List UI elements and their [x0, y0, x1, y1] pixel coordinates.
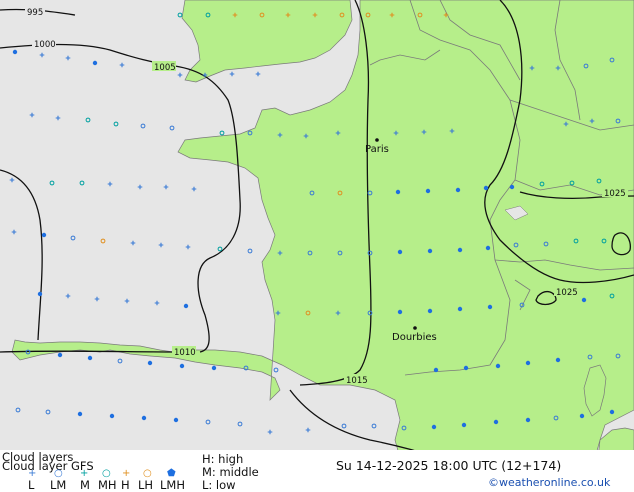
isobar-label: 1010 [174, 348, 196, 358]
cloud-symbol [433, 367, 439, 373]
cloud-symbol [525, 417, 531, 423]
cloud-symbol [455, 187, 461, 193]
cloud-symbol [109, 413, 115, 419]
cloud-symbol [397, 249, 403, 255]
cloud-symbol [461, 422, 467, 428]
cloud-symbol [397, 309, 403, 315]
cloud-symbol [493, 419, 499, 425]
isobar-label: 1025 [604, 189, 626, 199]
legend-bar: Cloud layers Cloud layer GFS + ○ + ○ + ○… [0, 450, 634, 492]
isobar-label: 1015 [346, 376, 368, 386]
cloud-symbol [147, 360, 153, 366]
weather-map: 995 1000 1005 1010 1015 1025 1025 Paris … [0, 0, 634, 458]
cloud-symbol [395, 189, 401, 195]
city-name-paris: Paris [365, 144, 389, 155]
cloud-symbol [12, 49, 18, 55]
cloud-symbol [427, 308, 433, 314]
cloud-symbol [211, 365, 217, 371]
legend-high: H: high [202, 452, 244, 466]
cloud-symbol [431, 424, 437, 430]
legend-middle: M: middle [202, 465, 259, 479]
cloud-symbol [609, 409, 615, 415]
cloud-symbol [457, 306, 463, 312]
cloud-symbol [457, 247, 463, 253]
cloud-symbol [483, 185, 489, 191]
cloud-symbol [87, 355, 93, 361]
cloud-symbol [555, 357, 561, 363]
cloud-symbol [485, 245, 491, 251]
cloud-symbol [425, 188, 431, 194]
cloud-symbol [495, 363, 501, 369]
cloud-symbol [487, 304, 493, 310]
isobar-label: 995 [27, 8, 43, 18]
isobar-label: 1005 [154, 63, 176, 73]
cloud-symbol [581, 297, 587, 303]
isobar-label: 1025 [556, 288, 578, 298]
cloud-symbol [57, 352, 63, 358]
cloud-symbol [41, 232, 47, 238]
cloud-symbol [427, 248, 433, 254]
cloud-symbol [179, 363, 185, 369]
credit-link[interactable]: ©weatheronline.co.uk [488, 476, 610, 489]
cloud-symbol [141, 415, 147, 421]
isobar-label: 1000 [34, 40, 56, 50]
cloud-symbol [92, 60, 98, 66]
cloud-symbol [77, 411, 83, 417]
cloud-symbol [37, 291, 43, 297]
cloud-symbol [463, 365, 469, 371]
cloud-symbol [509, 184, 515, 190]
forecast-datetime: Su 14-12-2025 18:00 UTC (12+174) [336, 458, 562, 473]
cloud-symbol [183, 303, 189, 309]
cloud-symbol [173, 417, 179, 423]
cloud-symbol [525, 360, 531, 366]
cloud-symbol [579, 413, 585, 419]
city-name-dourbies: Dourbies [392, 332, 437, 343]
